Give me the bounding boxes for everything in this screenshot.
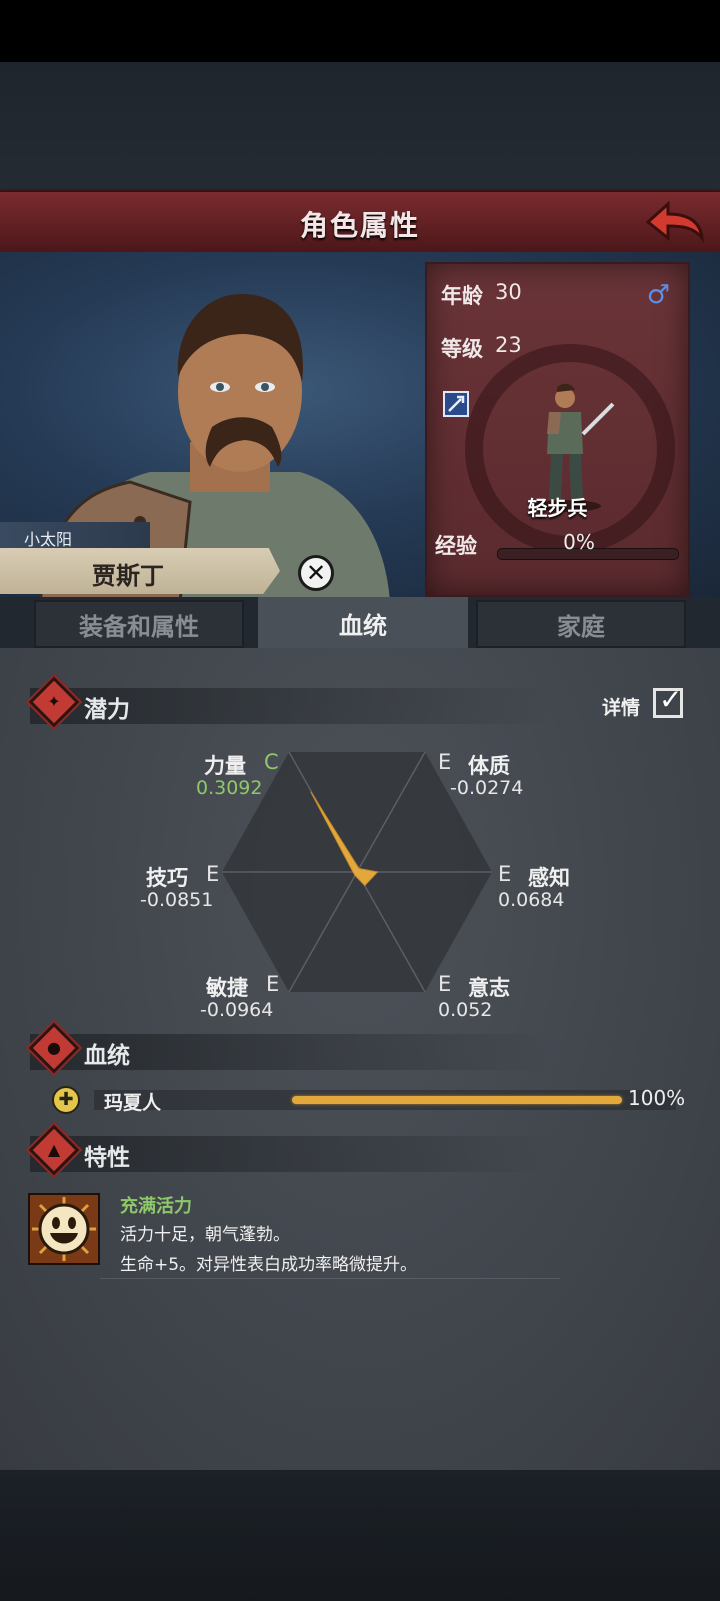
trait-divider [100, 1278, 560, 1279]
stat-value-strength: 0.3092 [196, 777, 263, 799]
bloodline-name: 玛夏人 [104, 1092, 162, 1114]
level-value: 23 [495, 333, 522, 357]
exp-value: 0% [563, 530, 595, 554]
level-label: 等级 [441, 337, 483, 361]
tab-family[interactable]: 家庭 [476, 600, 686, 648]
stat-grade-constitution: E [438, 750, 452, 774]
unit-type: 轻步兵 [527, 496, 588, 520]
stat-value-constitution: -0.0274 [450, 777, 524, 799]
nickname: 小太阳 [24, 530, 73, 549]
tab-bloodline[interactable]: 血统 [258, 597, 468, 649]
stat-value-skill: -0.0851 [140, 889, 214, 911]
smiley-face-icon[interactable] [28, 1193, 100, 1265]
bloodline-percent: 100% [628, 1086, 686, 1110]
stat-grade-skill: E [206, 862, 220, 886]
trait-name: 充满活力 [120, 1196, 192, 1217]
detail-label: 详情 [602, 697, 641, 719]
page-title: 角色属性 [299, 209, 420, 242]
potential-header: ✦ 潜力 [28, 676, 550, 728]
stat-name-perception: 感知 [528, 866, 570, 890]
stat-value-will: 0.052 [438, 999, 493, 1021]
stat-value-perception: 0.0684 [498, 889, 565, 911]
bloodline-title: 血统 [84, 1043, 130, 1069]
marshal-crest-icon: ✚ [52, 1086, 80, 1114]
traits-title: 特性 [84, 1145, 130, 1171]
sword-icon [443, 391, 469, 417]
detail-checkbox[interactable]: ✓ [653, 683, 683, 718]
bloodline-bar [292, 1096, 622, 1104]
stat-name-agility: 敏捷 [206, 976, 248, 1000]
male-gender-icon: ♂ [646, 280, 670, 310]
age-value: 30 [495, 280, 522, 304]
stat-grade-will: E [438, 972, 452, 996]
trait-description: 活力十足，朝气蓬勃。 [120, 1225, 290, 1245]
tab-equipment[interactable]: 装备和属性 [34, 600, 244, 648]
header-background [0, 62, 720, 192]
stat-grade-strength: C [264, 750, 279, 774]
title-bar: 角色属性 [0, 190, 720, 257]
stat-grade-agility: E [266, 972, 280, 996]
stat-name-strength: 力量 [204, 754, 246, 778]
stat-grade-perception: E [498, 862, 512, 886]
potential-title: 潜力 [84, 697, 130, 723]
stat-name-constitution: 体质 [468, 754, 510, 778]
back-arrow-icon[interactable] [642, 198, 706, 248]
traits-header: ▲ 特性 [28, 1124, 550, 1176]
age-label: 年龄 [441, 284, 483, 308]
bloodline-header: ● 血统 [28, 1022, 550, 1074]
nickname-plate: 小太阳 [0, 522, 150, 551]
character-name: 贾斯丁 [92, 562, 164, 590]
stat-name-will: 意志 [468, 976, 510, 1000]
name-plate[interactable]: 贾斯丁 [0, 548, 280, 594]
close-icon[interactable]: ✕ [298, 555, 334, 591]
bloodline-row[interactable]: ✚ 玛夏人 100% [52, 1086, 692, 1116]
stat-name-skill: 技巧 [146, 866, 188, 890]
stat-panel: 年龄 30 ♂ 等级 23 轻步兵 经验 0% [425, 262, 690, 597]
status-bar [0, 0, 720, 62]
trait-effect: 生命+5。对异性表白成功率略微提升。 [120, 1255, 418, 1275]
bottom-background [0, 1470, 720, 1601]
stat-value-agility: -0.0964 [200, 999, 274, 1021]
